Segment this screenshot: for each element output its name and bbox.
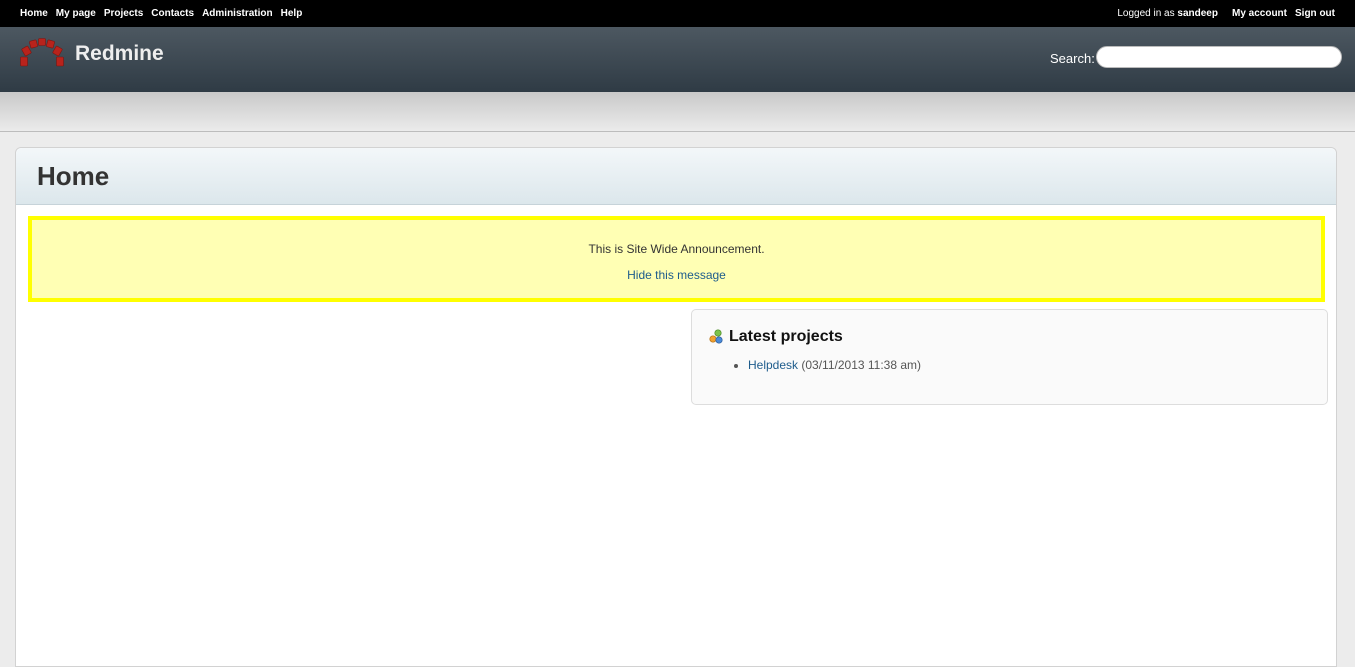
content-panel: Home This is Site Wide Announcement. Hid… xyxy=(15,147,1337,667)
app-title[interactable]: Redmine xyxy=(75,42,164,66)
page-title: Home xyxy=(37,161,110,191)
top-menu-contacts[interactable]: Contacts xyxy=(151,8,194,19)
sign-out-link[interactable]: Sign out xyxy=(1295,8,1335,19)
projects-icon xyxy=(709,329,723,344)
latest-projects-list: Helpdesk (03/11/2013 11:38 am) xyxy=(732,358,921,372)
project-link-helpdesk[interactable]: Helpdesk xyxy=(748,358,798,372)
top-menu-administration[interactable]: Administration xyxy=(202,8,273,19)
site-announcement: This is Site Wide Announcement. Hide thi… xyxy=(28,216,1325,302)
main-menu xyxy=(0,92,1355,132)
top-menu-projects[interactable]: Projects xyxy=(104,8,143,19)
top-menu-help[interactable]: Help xyxy=(281,8,303,19)
logged-in-as: Logged in as sandeep xyxy=(1117,8,1218,19)
latest-projects-box: Latest projects Helpdesk (03/11/2013 11:… xyxy=(691,309,1328,405)
top-menu-home[interactable]: Home xyxy=(20,8,48,19)
latest-projects-title: Latest projects xyxy=(729,328,843,345)
logged-in-prefix: Logged in as xyxy=(1117,8,1175,19)
announcement-text: This is Site Wide Announcement. xyxy=(588,242,765,256)
my-account-link[interactable]: My account xyxy=(1232,8,1287,19)
redmine-logo-icon xyxy=(20,38,64,67)
page-header: Home xyxy=(16,148,1336,205)
hide-message-link-row: Hide this message xyxy=(32,268,1321,282)
top-menu: Home My page Projects Contacts Administr… xyxy=(0,0,1355,27)
search-input[interactable] xyxy=(1096,46,1342,68)
account-menu: My account Sign out xyxy=(1232,8,1335,19)
username[interactable]: sandeep xyxy=(1177,8,1218,19)
top-menu-my-page[interactable]: My page xyxy=(56,8,96,19)
top-menu-left: Home My page Projects Contacts Administr… xyxy=(20,8,302,19)
search-label: Search: xyxy=(1050,51,1095,66)
header: Redmine Search: xyxy=(0,27,1355,92)
top-menu-right: Logged in as sandeep My account Sign out xyxy=(1117,8,1335,19)
latest-projects-heading: Latest projects xyxy=(708,328,843,346)
project-date: (03/11/2013 11:38 am) xyxy=(801,358,922,372)
hide-message-link[interactable]: Hide this message xyxy=(627,268,726,282)
list-item: Helpdesk (03/11/2013 11:38 am) xyxy=(748,358,921,372)
